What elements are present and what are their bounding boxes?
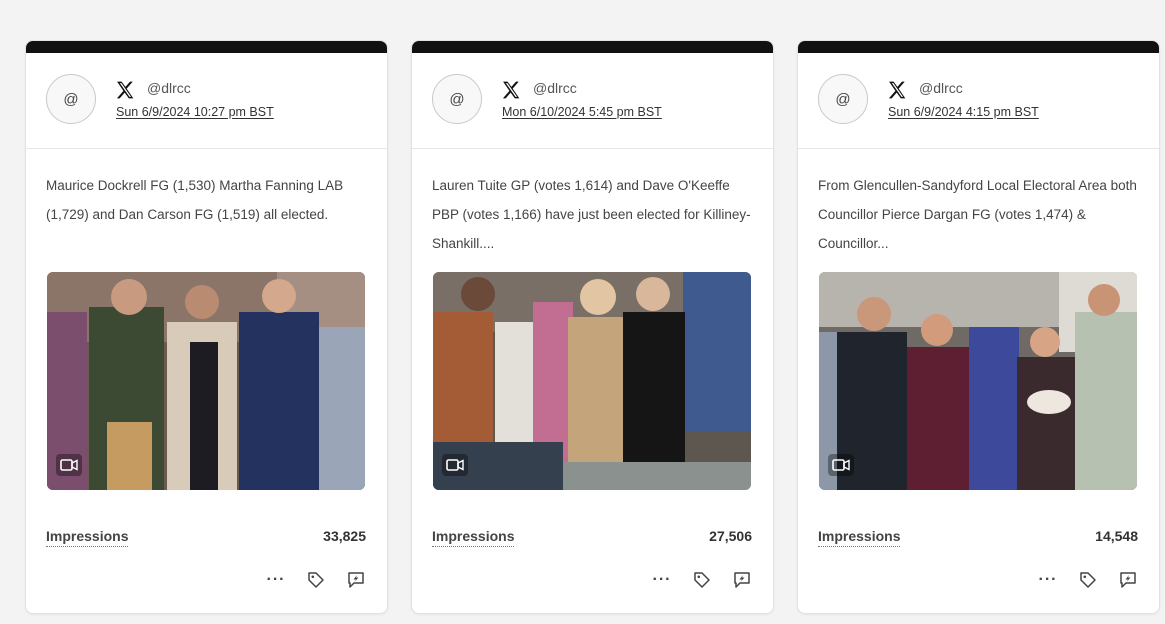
post-actions: ··· — [1037, 569, 1139, 591]
post-media[interactable] — [47, 272, 365, 490]
tag-icon — [694, 572, 710, 588]
more-button[interactable]: ··· — [1037, 569, 1059, 591]
post-text: Lauren Tuite GP (votes 1,614) and Dave O… — [432, 178, 751, 251]
post-board: @ @dlrcc Sun 6/9/2024 10:27 pm BST Mauri… — [0, 0, 1165, 624]
tag-button[interactable] — [305, 569, 327, 591]
more-dots-icon: ··· — [266, 571, 286, 588]
impressions-label[interactable]: Impressions — [432, 528, 515, 547]
post-photo — [433, 272, 751, 490]
boost-icon — [348, 572, 364, 588]
impressions-value: 14,548 — [1095, 528, 1138, 544]
more-button[interactable]: ··· — [265, 569, 287, 591]
post-header: @ @dlrcc Sun 6/9/2024 4:15 pm BST — [798, 53, 1159, 149]
account-handle: @dlrcc — [533, 80, 577, 96]
avatar[interactable]: @ — [432, 74, 482, 124]
impressions-label[interactable]: Impressions — [46, 528, 129, 547]
boost-icon — [1120, 572, 1136, 588]
account-handle: @dlrcc — [919, 80, 963, 96]
boost-icon — [734, 572, 750, 588]
boost-button[interactable] — [1117, 569, 1139, 591]
post-header: @ @dlrcc Sun 6/9/2024 10:27 pm BST — [26, 53, 387, 149]
avatar[interactable]: @ — [46, 74, 96, 124]
boost-button[interactable] — [731, 569, 753, 591]
account-handle: @dlrcc — [147, 80, 191, 96]
card-top-bar — [412, 41, 773, 53]
avatar[interactable]: @ — [818, 74, 868, 124]
more-dots-icon: ··· — [1038, 571, 1058, 588]
tag-button[interactable] — [691, 569, 713, 591]
tag-icon — [308, 572, 324, 588]
video-camera-icon — [828, 454, 854, 476]
tag-icon — [1080, 572, 1096, 588]
post-text: From Glencullen-Sandyford Local Electora… — [818, 178, 1137, 251]
post-media[interactable] — [819, 272, 1137, 490]
impressions-value: 33,825 — [323, 528, 366, 544]
card-top-bar — [798, 41, 1159, 53]
x-logo-icon — [888, 81, 906, 99]
post-actions: ··· — [651, 569, 753, 591]
video-camera-icon — [442, 454, 468, 476]
post-actions: ··· — [265, 569, 367, 591]
impressions-value: 27,506 — [709, 528, 752, 544]
post-header: @ @dlrcc Mon 6/10/2024 5:45 pm BST — [412, 53, 773, 149]
post-card[interactable]: @ @dlrcc Sun 6/9/2024 10:27 pm BST Mauri… — [26, 41, 387, 613]
post-text: Maurice Dockrell FG (1,530) Martha Fanni… — [46, 178, 344, 222]
post-date-link[interactable]: Mon 6/10/2024 5:45 pm BST — [502, 105, 662, 119]
post-card[interactable]: @ @dlrcc Mon 6/10/2024 5:45 pm BST Laure… — [412, 41, 773, 613]
post-photo — [47, 272, 365, 490]
boost-button[interactable] — [345, 569, 367, 591]
post-media[interactable] — [433, 272, 751, 490]
card-top-bar — [26, 41, 387, 53]
video-camera-icon — [56, 454, 82, 476]
post-date-link[interactable]: Sun 6/9/2024 10:27 pm BST — [116, 105, 274, 119]
post-photo — [819, 272, 1137, 490]
x-logo-icon — [502, 81, 520, 99]
post-card[interactable]: @ @dlrcc Sun 6/9/2024 4:15 pm BST From G… — [798, 41, 1159, 613]
post-date-link[interactable]: Sun 6/9/2024 4:15 pm BST — [888, 105, 1039, 119]
more-button[interactable]: ··· — [651, 569, 673, 591]
impressions-label[interactable]: Impressions — [818, 528, 901, 547]
x-logo-icon — [116, 81, 134, 99]
tag-button[interactable] — [1077, 569, 1099, 591]
more-dots-icon: ··· — [652, 571, 672, 588]
